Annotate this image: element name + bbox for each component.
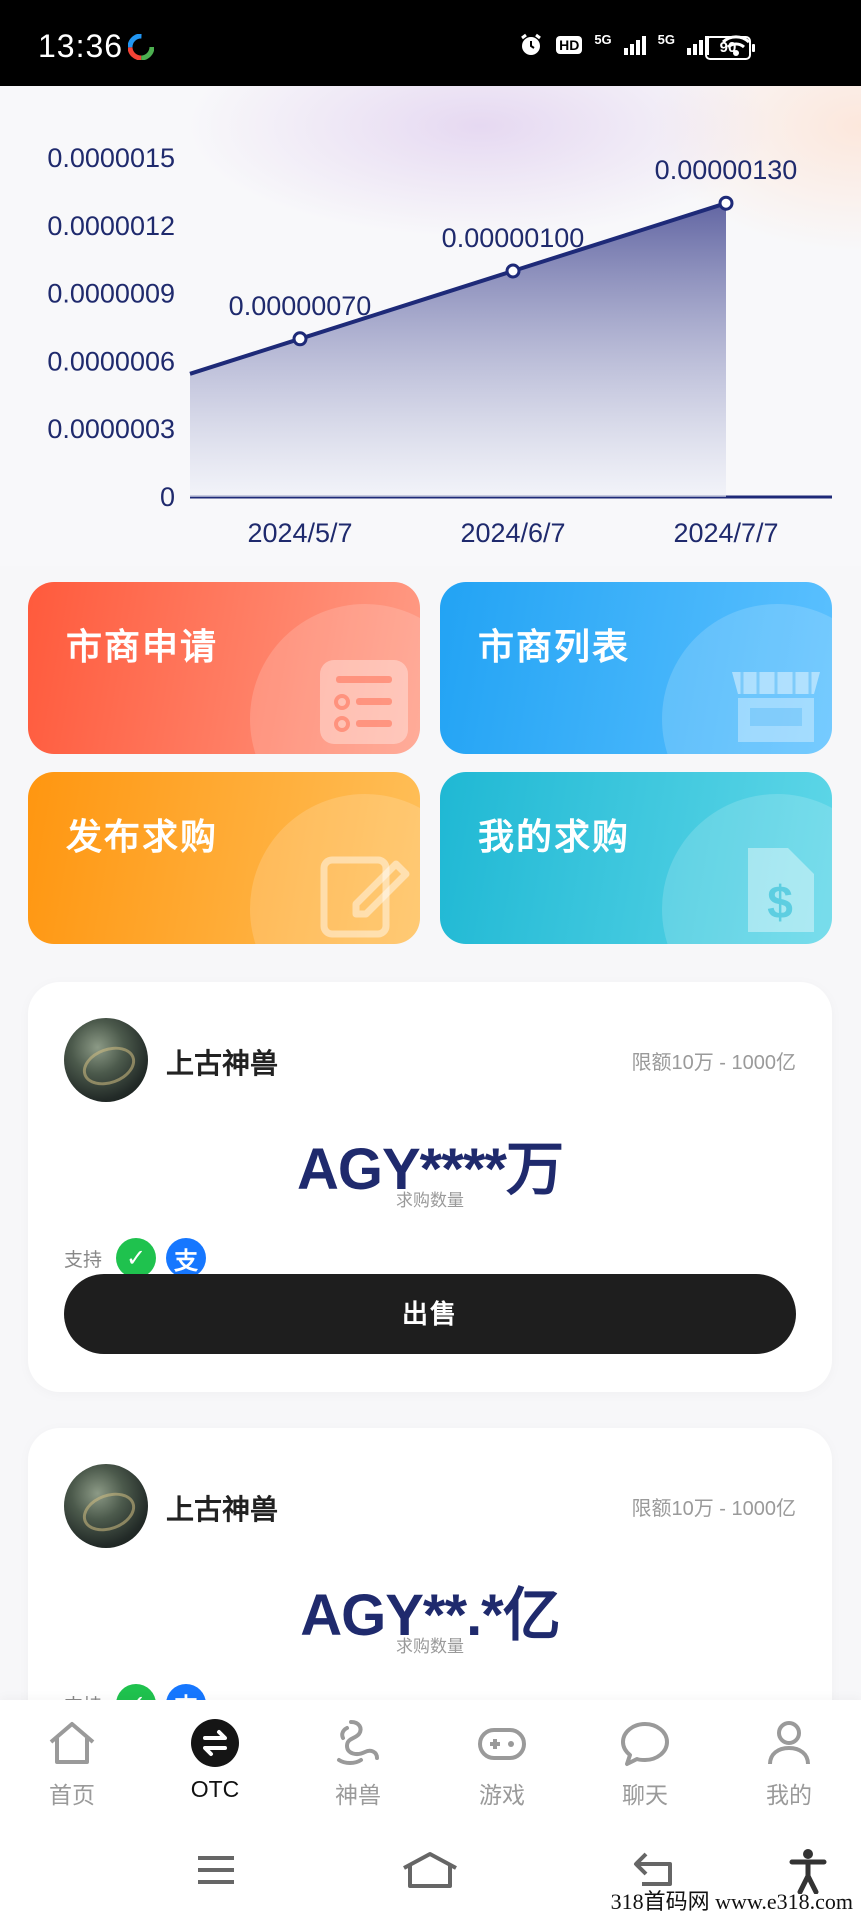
- my-purchases-button[interactable]: 我的求购 $: [440, 772, 832, 944]
- post-purchase-button[interactable]: 发布求购: [28, 772, 420, 944]
- network-label-2: 5G: [657, 32, 675, 47]
- alipay-icon: 支: [166, 1238, 207, 1278]
- battery-indicator: 90: [705, 36, 755, 60]
- exchange-icon: [191, 1719, 239, 1767]
- merchant-apply-label: 市商申请: [66, 626, 219, 667]
- signal-icon: [623, 35, 646, 55]
- person-icon: [768, 1721, 810, 1765]
- nav-beast-label: 神兽: [335, 1782, 381, 1808]
- nav-mine-label: 我的: [766, 1782, 812, 1808]
- purchase-amount-label: 求购数量: [396, 1637, 464, 1656]
- price-chart: 0 0.0000003 0.0000006 0.0000009 0.0000012 0.0…: [47, 143, 832, 548]
- data-point: [718, 195, 734, 211]
- x-tick-label: 2024/6/7: [460, 518, 565, 548]
- y-tick-label: 0.0000009: [47, 279, 175, 309]
- nav-chat[interactable]: 聊天: [585, 1716, 705, 1810]
- payment-support: 支持 ✓ 支: [64, 1238, 207, 1278]
- data-label: 0.00000070: [229, 291, 372, 321]
- y-tick-label: 0.0000015: [47, 143, 175, 173]
- y-tick-label: 0.0000003: [47, 414, 175, 444]
- dollar-document-icon: $: [748, 848, 814, 932]
- support-label: 支持: [64, 1249, 103, 1271]
- system-nav-bar: 318首码网 www.e318.com: [0, 1820, 861, 1920]
- bottom-nav: 首页 OTC 神兽 游戏 聊天 我的: [0, 1700, 861, 1820]
- nav-beast[interactable]: 神兽: [298, 1716, 418, 1810]
- order-limit: 限额10万 - 1000亿: [631, 1498, 796, 1520]
- merchant-list-label: 市商列表: [478, 626, 631, 667]
- avatar[interactable]: [64, 1464, 148, 1548]
- nav-mine[interactable]: 我的: [729, 1716, 849, 1810]
- nav-otc[interactable]: OTC: [155, 1716, 275, 1803]
- nav-chat-label: 聊天: [622, 1782, 668, 1808]
- purchase-order-card: 上古神兽 限额10万 - 1000亿 AGY****万 求购数量 支持 ✓ 支 …: [28, 982, 832, 1392]
- form-list-icon: [320, 660, 408, 744]
- alarm-icon: [521, 33, 541, 55]
- svg-text:$: $: [767, 876, 793, 928]
- merchant-name: 上古神兽: [166, 1048, 279, 1079]
- nav-games-label: 游戏: [479, 1782, 525, 1808]
- data-point: [292, 331, 308, 347]
- edit-icon: [320, 856, 410, 938]
- data-label: 0.00000130: [655, 155, 798, 185]
- order-limit: 限额10万 - 1000亿: [631, 1052, 796, 1074]
- status-bar: 13:36 HD 5G 5G 90: [0, 0, 861, 86]
- gamepad-icon: [478, 1728, 526, 1760]
- nav-otc-label: OTC: [190, 1776, 240, 1802]
- merchant-list-button[interactable]: 市商列表: [440, 582, 832, 754]
- app-notification-icon: [128, 34, 154, 60]
- y-tick-label: 0.0000012: [47, 211, 175, 241]
- x-tick-label: 2024/7/7: [673, 518, 778, 548]
- network-label-1: 5G: [594, 32, 612, 47]
- sell-button[interactable]: 出售: [64, 1274, 796, 1354]
- x-tick-label: 2024/5/7: [247, 518, 352, 548]
- nav-games[interactable]: 游戏: [442, 1716, 562, 1810]
- home-button-icon[interactable]: [400, 1848, 460, 1892]
- hd-badge: HD: [556, 36, 583, 54]
- post-purchase-label: 发布求购: [66, 816, 219, 857]
- merchant-apply-button[interactable]: 市商申请: [28, 582, 420, 754]
- watermark: 318首码网 www.e318.com: [610, 1889, 853, 1914]
- nav-home-label: 首页: [49, 1782, 95, 1808]
- menu-icon[interactable]: [194, 1848, 238, 1892]
- my-purchases-label: 我的求购: [478, 816, 631, 857]
- data-point: [505, 263, 521, 279]
- y-tick-label: 0: [160, 482, 175, 512]
- y-tick-label: 0.0000006: [47, 346, 175, 376]
- chat-icon: [621, 1722, 669, 1766]
- wechat-pay-icon: ✓: [116, 1238, 157, 1278]
- nav-home[interactable]: 首页: [12, 1716, 132, 1810]
- data-label: 0.00000100: [442, 223, 585, 253]
- merchant-name: 上古神兽: [166, 1494, 279, 1525]
- dragon-icon: [337, 1720, 379, 1765]
- purchase-amount-label: 求购数量: [396, 1191, 464, 1210]
- status-time: 13:36: [38, 28, 124, 64]
- storefront-icon: [732, 672, 820, 742]
- home-icon: [49, 1722, 95, 1764]
- avatar[interactable]: [64, 1018, 148, 1102]
